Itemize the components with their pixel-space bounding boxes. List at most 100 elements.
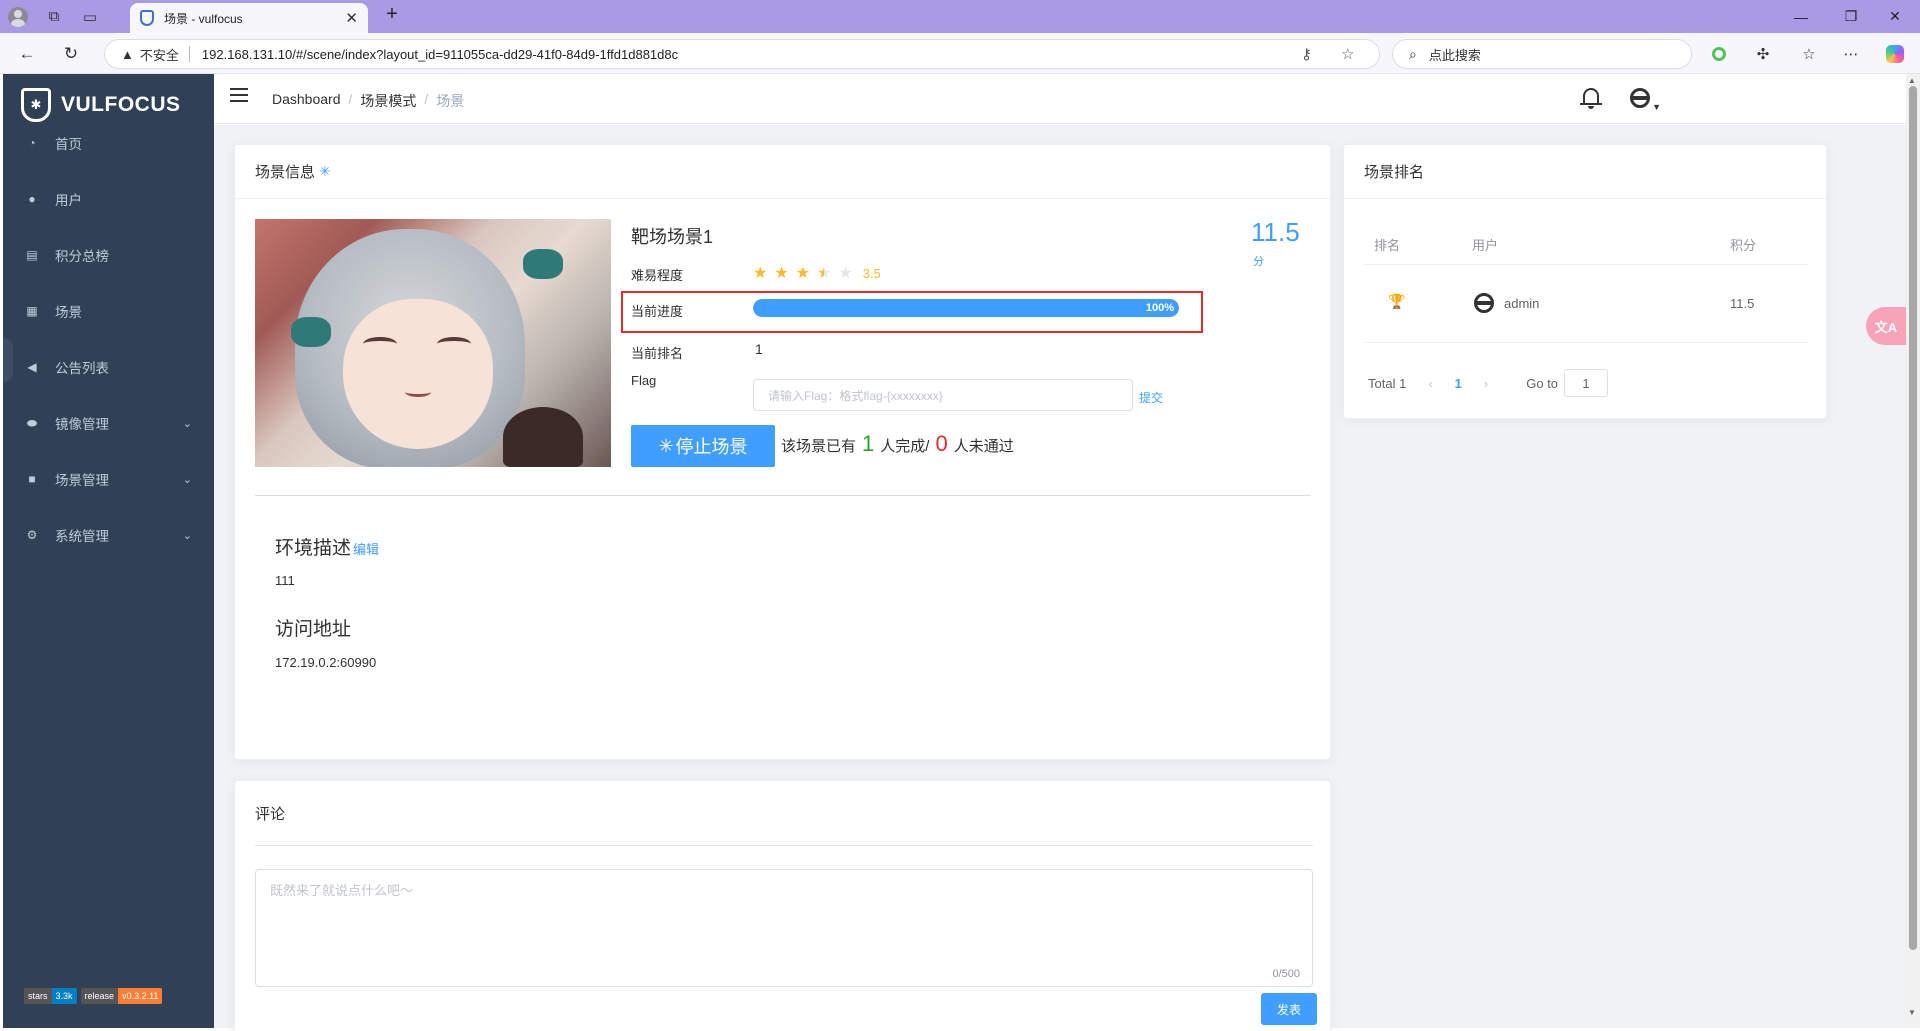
goto-page-input[interactable]: 1: [1564, 369, 1609, 397]
scoreboard-icon: ▤: [26, 248, 38, 262]
difficulty-value: 3.5: [862, 265, 881, 281]
bell-icon[interactable]: [1580, 86, 1602, 110]
sidebar-item-label: 首页: [55, 137, 82, 152]
url-separator: [188, 46, 190, 62]
highlight-box: [621, 291, 1203, 333]
search-icon: ⌕: [1409, 45, 1417, 62]
release-badge[interactable]: release v0.3.2.11: [80, 988, 163, 1004]
caret-down-icon[interactable]: ▼: [1652, 102, 1661, 112]
minimize-button[interactable]: —: [1776, 0, 1826, 33]
version-badges: stars 3.3k release v0.3.2.11: [24, 988, 163, 1004]
star-full-icon: ★: [753, 265, 768, 282]
comments-card-header: 评论: [235, 781, 1330, 845]
edit-link[interactable]: 编辑: [353, 542, 379, 557]
hamburger-icon[interactable]: [230, 88, 248, 104]
ranking-card: 场景排名 排名 用户 积分 🏆 admin 11.5 Total 1 ‹ 1 ›…: [1343, 144, 1827, 419]
key-icon[interactable]: ⚷: [1301, 45, 1312, 63]
scrollbar-thumb[interactable]: [1909, 86, 1917, 950]
docker-icon: ⬬: [26, 415, 38, 430]
reload-icon: ↻: [63, 44, 79, 63]
flag-input[interactable]: 请输入Flag：格式flag-{xxxxxxxx}: [753, 379, 1133, 411]
post-comment-button[interactable]: 发表: [1261, 993, 1317, 1025]
table-header: 排名 用户 积分: [1364, 219, 1808, 265]
sidebar-item-label: 用户: [55, 193, 82, 208]
grid-icon: ▦: [26, 304, 38, 318]
copilot-icon: [1886, 45, 1904, 63]
extension-green-button[interactable]: [1706, 41, 1732, 67]
comments-card-title: 评论: [255, 805, 286, 823]
sidebar-item-scene-management[interactable]: ■ 场景管理 ⌄: [3, 451, 214, 507]
more-button[interactable]: ⋯: [1838, 41, 1864, 67]
access-address-value[interactable]: 172.19.0.2:60990: [275, 655, 376, 670]
trophy-icon: 🏆: [1388, 293, 1406, 309]
copilot-button[interactable]: [1882, 41, 1908, 67]
difficulty-rating: ★ ★ ★ ★ ★ 3.5: [753, 263, 881, 283]
tab-actions-icon: ▭: [82, 8, 98, 26]
puzzle-icon: ✣: [1756, 46, 1770, 63]
breadcrumb-dashboard[interactable]: Dashboard: [272, 91, 341, 111]
column-rank: 排名: [1374, 238, 1401, 253]
table-row: 🏆 admin 11.5: [1364, 265, 1808, 343]
sidebar-item-label: 场景: [55, 305, 82, 320]
breadcrumb: Dashboard / 场景模式 / 场景: [272, 91, 464, 111]
ranking-table: 排名 用户 积分 🏆 admin 11.5: [1364, 219, 1808, 343]
submit-flag-link[interactable]: 提交: [1139, 389, 1163, 406]
favorite-star-icon[interactable]: ☆: [1341, 45, 1354, 63]
star-empty-icon: ★: [838, 265, 853, 282]
page-number[interactable]: 1: [1455, 376, 1462, 391]
sidebar-item-system[interactable]: ⚙ 系统管理 ⌄: [3, 507, 214, 563]
url-field[interactable]: ▲ 不安全 192.168.131.10/#/scene/index?layou…: [104, 39, 1380, 69]
url-text: 192.168.131.10/#/scene/index?layout_id=9…: [201, 46, 679, 62]
loading-spinner-icon: ✳: [319, 163, 331, 179]
close-tab-icon[interactable]: ✕: [345, 9, 358, 27]
rank-user-name: admin: [1504, 296, 1540, 311]
sidebar-item-home[interactable]: ◔ 首页: [3, 115, 214, 171]
megaphone-icon: ◀: [27, 360, 37, 374]
breadcrumb-separator: /: [348, 91, 353, 107]
workspaces-icon: ⧉: [48, 8, 60, 25]
browser-tab[interactable]: 场景 - vulfocus ✕: [130, 3, 368, 33]
new-tab-button[interactable]: +: [378, 3, 406, 26]
star-half-icon: ★: [817, 265, 832, 282]
more-dots-icon: ⋯: [1843, 46, 1859, 63]
user-avatar-icon[interactable]: [1630, 88, 1650, 108]
sidebar-item-label: 镜像管理: [55, 417, 109, 432]
restore-button[interactable]: ❐: [1826, 0, 1876, 33]
stat-done-count: 1: [862, 431, 875, 456]
profile-button[interactable]: [0, 0, 36, 33]
sidebar-item-scenes[interactable]: ▦ 场景: [3, 283, 214, 339]
user-avatar-icon: [1474, 293, 1494, 313]
next-page-icon[interactable]: ›: [1484, 376, 1488, 391]
chevron-down-icon: ⌄: [182, 473, 192, 486]
stars-badge[interactable]: stars 3.3k: [24, 988, 77, 1004]
prev-page-icon[interactable]: ‹: [1428, 376, 1432, 391]
breadcrumb-scene-mode[interactable]: 场景模式: [360, 91, 416, 111]
stop-scene-button[interactable]: ✳ 停止场景: [631, 425, 775, 467]
scroll-down-icon[interactable]: ▼: [1908, 1008, 1916, 1017]
extensions-button[interactable]: ✣: [1750, 41, 1776, 67]
address-bar-row: ← ↻ ▲ 不安全 192.168.131.10/#/scene/index?l…: [0, 33, 1920, 74]
browser-search-field[interactable]: ⌕ 点此搜索: [1392, 39, 1692, 69]
sidebar-item-label: 场景管理: [55, 473, 109, 488]
close-window-button[interactable]: ✕: [1870, 0, 1920, 33]
sidebar-item-users[interactable]: ● 用户: [3, 171, 214, 227]
sidebar-item-announcements[interactable]: ◀ 公告列表: [3, 339, 214, 395]
badge-value: v0.3.2.11: [118, 988, 163, 1004]
scroll-up-icon[interactable]: ▲: [1908, 76, 1916, 85]
tab-actions-button[interactable]: ▭: [72, 0, 108, 33]
pagination: Total 1 ‹ 1 › Go to 1: [1368, 369, 1609, 397]
breadcrumb-current: 场景: [436, 93, 465, 109]
favorites-button[interactable]: ☆: [1796, 41, 1822, 67]
back-button[interactable]: ←: [14, 41, 40, 67]
reload-button[interactable]: ↻: [58, 41, 84, 67]
scene-image: [255, 219, 611, 467]
sidebar-item-images[interactable]: ⬬ 镜像管理 ⌄: [3, 395, 214, 451]
translate-icon[interactable]: 文A: [1866, 307, 1906, 345]
breadcrumb-separator: /: [424, 91, 429, 107]
security-label: 不安全: [139, 47, 179, 63]
workspaces-button[interactable]: ⧉: [36, 0, 72, 33]
sidebar-item-label: 系统管理: [55, 529, 109, 544]
star-full-icon: ★: [795, 265, 811, 282]
comment-textarea[interactable]: 既然来了就说点什么吧～ 0/500: [255, 869, 1313, 987]
sidebar-item-scoreboard[interactable]: ▤ 积分总榜: [3, 227, 214, 283]
